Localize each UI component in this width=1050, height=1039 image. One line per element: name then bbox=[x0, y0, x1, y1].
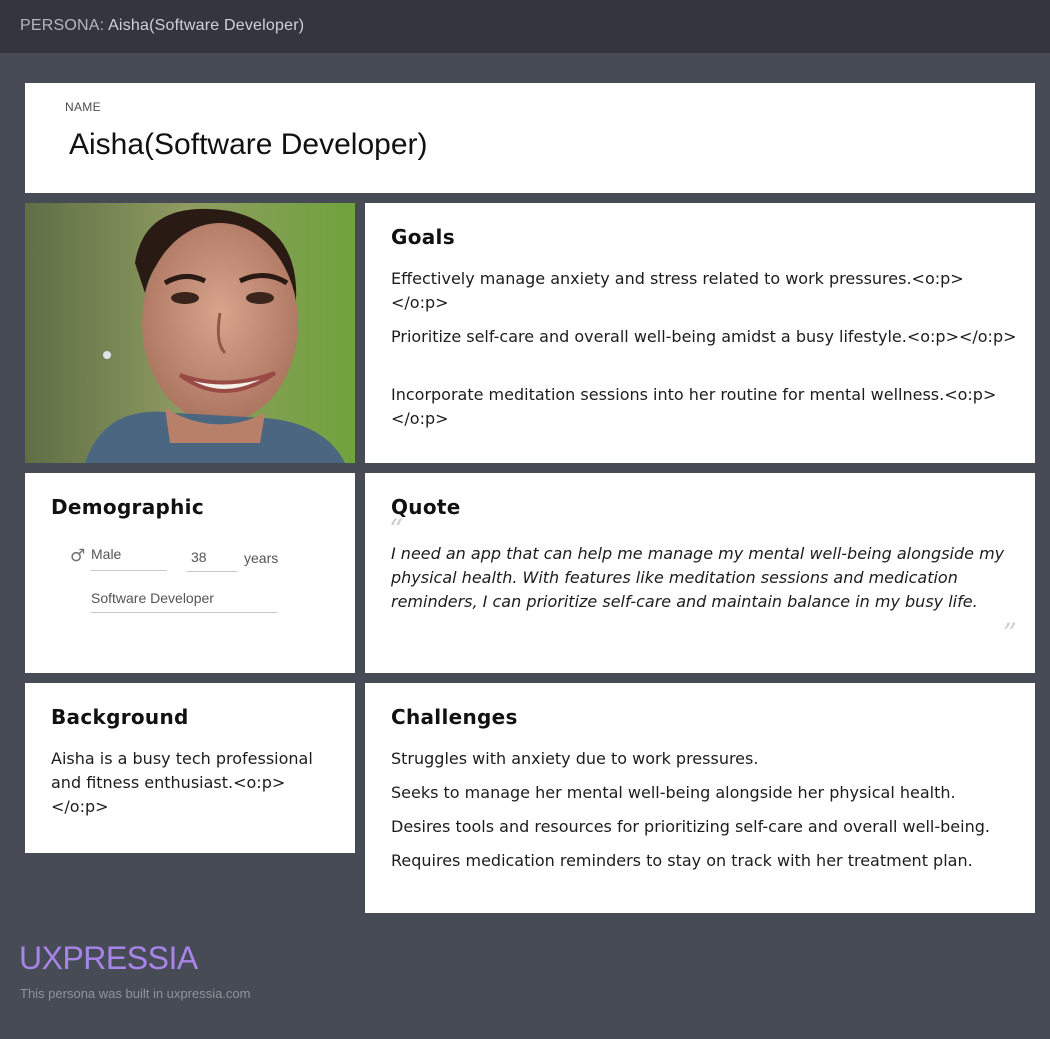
persona-name[interactable]: Aisha(Software Developer) bbox=[69, 128, 428, 162]
age-unit-label: years bbox=[244, 550, 279, 566]
goals-title: Goals bbox=[391, 225, 455, 249]
gender-select[interactable]: Male bbox=[91, 546, 167, 571]
challenge-item[interactable]: Struggles with anxiety due to work press… bbox=[391, 747, 1031, 771]
challenge-item[interactable]: Requires medication reminders to stay on… bbox=[391, 849, 1031, 873]
background-title: Background bbox=[51, 705, 189, 729]
goal-item[interactable]: Incorporate meditation sessions into her… bbox=[391, 383, 1021, 431]
quote-card: Quote “ I need an app that can help me m… bbox=[365, 473, 1035, 673]
quote-text[interactable]: I need an app that can help me manage my… bbox=[391, 542, 1011, 614]
challenge-item[interactable]: Seeks to manage her mental well-being al… bbox=[391, 781, 1031, 805]
goal-item[interactable]: Effectively manage anxiety and stress re… bbox=[391, 267, 1021, 315]
persona-prefix: PERSONA: bbox=[20, 17, 105, 34]
built-with-note: This persona was built in uxpressia.com bbox=[20, 986, 251, 1001]
portrait-image bbox=[25, 203, 355, 463]
close-quote-icon: ” bbox=[1002, 617, 1017, 650]
goals-card: Goals Effectively manage anxiety and str… bbox=[365, 203, 1035, 463]
challenge-item[interactable]: Desires tools and resources for prioriti… bbox=[391, 815, 1031, 839]
persona-photo[interactable] bbox=[25, 203, 355, 463]
name-label: NAME bbox=[65, 100, 101, 114]
age-input[interactable]: 38 bbox=[187, 549, 237, 572]
background-text[interactable]: Aisha is a busy tech professional and fi… bbox=[51, 747, 336, 819]
persona-title[interactable]: Aisha(Software Developer) bbox=[108, 17, 304, 34]
male-icon: ♂ bbox=[70, 546, 86, 566]
top-bar: PERSONA: Aisha(Software Developer) bbox=[0, 0, 1050, 53]
name-card: NAME Aisha(Software Developer) bbox=[25, 83, 1035, 193]
challenges-card: Challenges Struggles with anxiety due to… bbox=[365, 683, 1035, 913]
challenges-title: Challenges bbox=[391, 705, 518, 729]
demographic-title: Demographic bbox=[51, 495, 204, 519]
background-card: Background Aisha is a busy tech professi… bbox=[25, 683, 355, 853]
occupation-input[interactable]: Software Developer bbox=[91, 590, 277, 613]
uxpressia-logo[interactable]: UXPRESSIA bbox=[19, 940, 198, 977]
persona-breadcrumb: PERSONA: Aisha(Software Developer) bbox=[20, 17, 304, 35]
goal-item[interactable]: Prioritize self-care and overall well-be… bbox=[391, 325, 1021, 349]
demographic-card: Demographic ♂ Male 38 years Software Dev… bbox=[25, 473, 355, 673]
